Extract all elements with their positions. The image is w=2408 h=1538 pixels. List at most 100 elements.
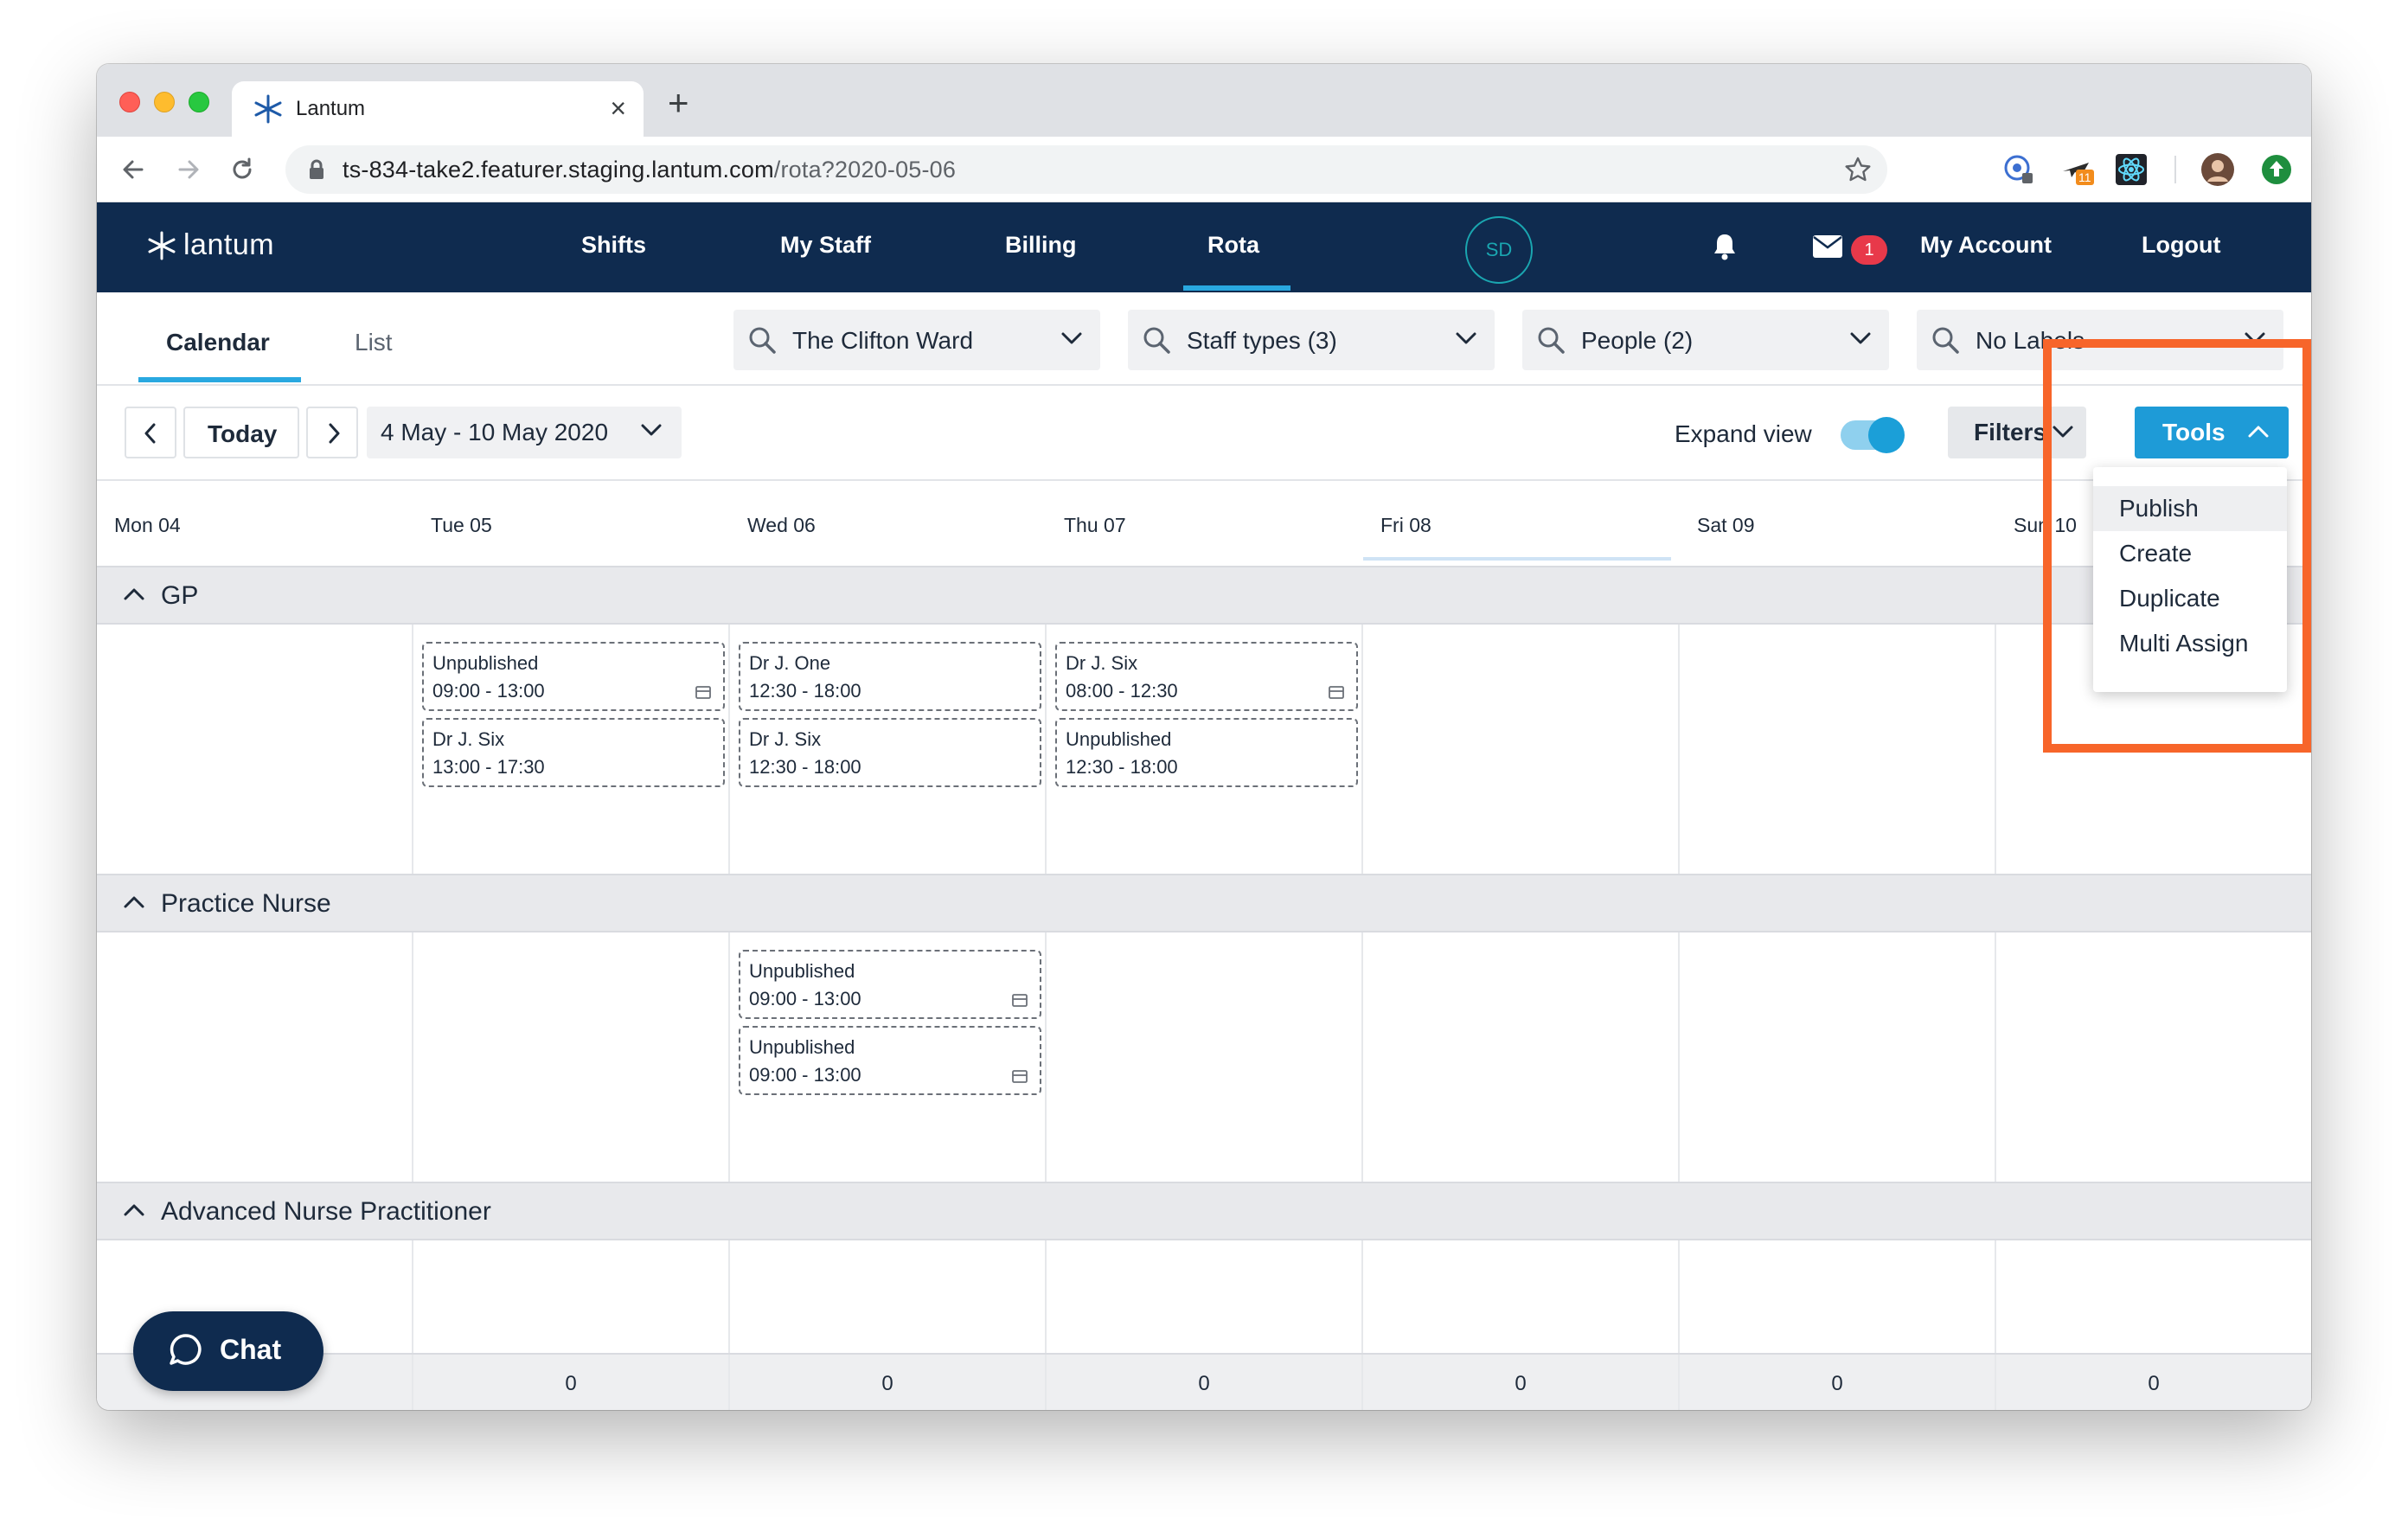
- group-body-practice-nurse: Unpublished 09:00 - 13:00 Unpublished 09…: [97, 932, 2311, 1182]
- shift-card[interactable]: Dr J. One 12:30 - 18:00: [739, 642, 1041, 711]
- nav-my-account[interactable]: My Account: [1920, 232, 2052, 259]
- update-arrow-icon[interactable]: [2261, 154, 2292, 185]
- lantum-logo[interactable]: lantum: [147, 228, 274, 262]
- chevron-right-icon: [329, 423, 340, 444]
- calendar-icon: [695, 686, 711, 699]
- tab-title: Lantum: [296, 97, 366, 120]
- mail-icon[interactable]: [1813, 235, 1842, 258]
- browser-tabstrip: Lantum × +: [97, 64, 2311, 137]
- tools-dropdown-menu: Publish Create Duplicate Multi Assign: [2093, 467, 2287, 692]
- react-devtools-icon[interactable]: [2116, 154, 2147, 185]
- chevron-up-icon: [124, 1204, 144, 1216]
- group-header-advanced-nurse-practitioner[interactable]: Advanced Nurse Practitioner: [97, 1182, 2311, 1240]
- lantum-star-icon: [254, 94, 282, 124]
- total-count: 0: [565, 1372, 577, 1395]
- toolbar-divider: [2174, 156, 2176, 183]
- shift-card[interactable]: Unpublished 09:00 - 13:00: [422, 642, 725, 711]
- shift-card[interactable]: Unpublished 09:00 - 13:00: [739, 1026, 1041, 1095]
- next-week-button[interactable]: [306, 407, 358, 458]
- close-window-button[interactable]: [119, 92, 140, 112]
- calendar-icon: [1012, 994, 1028, 1007]
- chevron-left-icon: [144, 423, 156, 444]
- day-header-row: Mon 04 Tue 05 Wed 06 Thu 07 Fri 08 Sat 0…: [97, 481, 2311, 566]
- nav-logout[interactable]: Logout: [2142, 232, 2220, 259]
- chevron-down-icon: [2053, 426, 2073, 438]
- people-filter-dropdown[interactable]: People (2): [1522, 310, 1889, 370]
- mail-count-badge: 1: [1851, 235, 1887, 265]
- chevron-down-icon: [1850, 332, 1871, 344]
- filters-button[interactable]: Filters: [1948, 407, 2086, 458]
- reload-icon[interactable]: [228, 156, 256, 183]
- profile-avatar-icon[interactable]: [2200, 152, 2235, 187]
- filter-bar: Calendar List The Clifton Ward Staff typ…: [97, 292, 2311, 386]
- nav-my-staff[interactable]: My Staff: [780, 232, 871, 259]
- minimize-window-button[interactable]: [154, 92, 175, 112]
- expand-view-toggle[interactable]: [1841, 417, 1905, 453]
- tab-calendar[interactable]: Calendar: [166, 329, 270, 356]
- search-icon: [1143, 327, 1170, 354]
- lantum-star-icon: [148, 231, 176, 260]
- bookmark-star-icon[interactable]: [1844, 156, 1872, 183]
- ward-filter-dropdown[interactable]: The Clifton Ward: [733, 310, 1100, 370]
- plane-extension-icon[interactable]: 11: [2060, 154, 2094, 185]
- search-icon: [1538, 327, 1565, 354]
- back-arrow-icon[interactable]: [119, 156, 147, 183]
- day-thu: Thu 07: [1064, 514, 1126, 536]
- forward-arrow-icon[interactable]: [175, 156, 202, 183]
- labels-filter-dropdown[interactable]: No Labels: [1917, 310, 2283, 370]
- close-tab-icon[interactable]: ×: [610, 92, 626, 125]
- staff-types-filter-dropdown[interactable]: Staff types (3): [1128, 310, 1495, 370]
- chevron-up-icon: [2248, 426, 2269, 438]
- chat-button[interactable]: Chat: [133, 1311, 323, 1391]
- total-count: 0: [1831, 1372, 1843, 1395]
- date-range-picker[interactable]: 4 May - 10 May 2020: [367, 407, 682, 458]
- user-avatar[interactable]: SD: [1465, 216, 1533, 284]
- day-fri: Fri 08: [1380, 514, 1431, 536]
- shift-card[interactable]: Unpublished 12:30 - 18:00: [1055, 718, 1358, 787]
- total-count: 0: [881, 1372, 893, 1395]
- day-sun: Sun 10: [2014, 514, 2077, 536]
- menu-item-multi-assign[interactable]: Multi Assign: [2093, 621, 2287, 666]
- group-header-gp[interactable]: GP: [97, 566, 2311, 625]
- tools-button[interactable]: Tools: [2135, 407, 2289, 458]
- browser-window: Lantum × + ts-834-take2.featurer.staging…: [97, 64, 2311, 1410]
- calendar-toolbar: Today 4 May - 10 May 2020 Expand view Fi…: [97, 386, 2311, 481]
- bell-icon[interactable]: [1711, 232, 1739, 261]
- nav-shifts[interactable]: Shifts: [581, 232, 646, 259]
- today-indicator: [1363, 557, 1671, 561]
- chevron-down-icon: [1456, 332, 1476, 344]
- new-tab-button[interactable]: +: [668, 85, 689, 121]
- chevron-down-icon: [641, 424, 662, 436]
- day-wed: Wed 06: [747, 514, 816, 536]
- nav-billing[interactable]: Billing: [1005, 232, 1077, 259]
- chevron-down-icon: [2245, 332, 2265, 344]
- password-extension-icon[interactable]: [2003, 154, 2034, 185]
- maximize-window-button[interactable]: [189, 92, 209, 112]
- today-button[interactable]: Today: [183, 407, 299, 458]
- shift-card[interactable]: Dr J. Six 12:30 - 18:00: [739, 718, 1041, 787]
- tab-list[interactable]: List: [355, 329, 393, 356]
- calendar-icon: [1329, 686, 1344, 699]
- total-count: 0: [2148, 1372, 2160, 1395]
- url-input[interactable]: ts-834-take2.featurer.staging.lantum.com…: [285, 145, 1887, 194]
- menu-item-duplicate[interactable]: Duplicate: [2093, 576, 2287, 621]
- chevron-up-icon: [124, 896, 144, 908]
- shift-card[interactable]: Dr J. Six 08:00 - 12:30: [1055, 642, 1358, 711]
- shift-card[interactable]: Unpublished 09:00 - 13:00: [739, 950, 1041, 1019]
- shift-card[interactable]: Dr J. Six 13:00 - 17:30: [422, 718, 725, 787]
- nav-rota[interactable]: Rota: [1207, 232, 1259, 259]
- url-text: ts-834-take2.featurer.staging.lantum.com…: [343, 157, 957, 183]
- browser-tab[interactable]: Lantum ×: [232, 81, 644, 137]
- total-count: 0: [1198, 1372, 1210, 1395]
- calendar-icon: [1012, 1070, 1028, 1083]
- menu-item-publish[interactable]: Publish: [2093, 486, 2287, 531]
- footer-totals-row: 0 0 0 0 0 0: [97, 1353, 2311, 1410]
- group-header-practice-nurse[interactable]: Practice Nurse: [97, 874, 2311, 932]
- group-body-gp: Unpublished 09:00 - 13:00 Dr J. Six 13:0…: [97, 625, 2311, 874]
- expand-view-label: Expand view: [1675, 420, 1812, 447]
- chat-bubble-icon: [170, 1334, 202, 1365]
- menu-item-create[interactable]: Create: [2093, 531, 2287, 576]
- chevron-down-icon: [1061, 332, 1082, 344]
- day-mon: Mon 04: [114, 514, 181, 536]
- previous-week-button[interactable]: [125, 407, 176, 458]
